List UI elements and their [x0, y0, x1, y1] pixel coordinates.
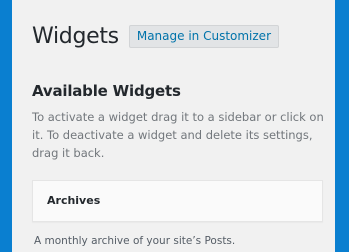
widget-description: A monthly archive of your site’s Posts.	[34, 235, 236, 247]
widget-archives[interactable]: Archives	[32, 180, 323, 222]
page-title: Widgets	[32, 24, 119, 49]
widgets-screen: Widgets Manage in Customizer Available W…	[12, 0, 335, 252]
page-header: Widgets Manage in Customizer	[32, 24, 279, 49]
manage-in-customizer-button[interactable]: Manage in Customizer	[128, 25, 279, 48]
available-widgets-description: To activate a widget drag it to a sideba…	[32, 110, 324, 160]
available-widgets-heading: Available Widgets	[32, 82, 181, 100]
widget-title: Archives	[47, 194, 101, 207]
